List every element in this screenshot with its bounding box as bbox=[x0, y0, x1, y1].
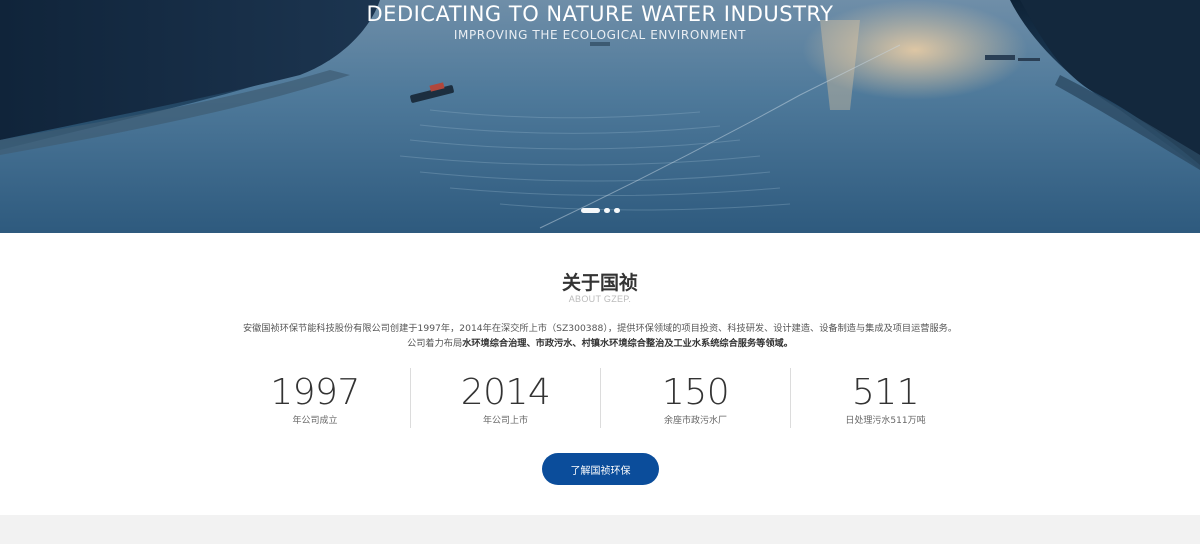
carousel-dot-3[interactable] bbox=[614, 207, 620, 213]
stat-number: 150 bbox=[661, 372, 730, 413]
stat-number: 1997 bbox=[270, 372, 360, 413]
about-title: 关于国祯 bbox=[561, 272, 638, 294]
stat-item: 1997 年公司成立 bbox=[220, 368, 410, 428]
about-desc-line-1: 安徽国祯环保节能科技股份有限公司创建于1997年，2014年在深交所上市（SZ3… bbox=[242, 323, 958, 334]
stat-item: 511 日处理污水511万吨 bbox=[790, 368, 980, 428]
next-section-band bbox=[0, 515, 1200, 544]
about-desc-line-2-prefix: 公司着力布局 bbox=[407, 338, 463, 349]
stat-label: 年公司成立 bbox=[292, 416, 338, 426]
about-desc-line-2-bold: 水环境综合治理、市政污水、村镇水环境综合整治及工业水系统综合服务等领域。 bbox=[462, 338, 793, 349]
hero-subtitle: IMPROVING THE ECOLOGICAL ENVIRONMENT bbox=[453, 28, 747, 42]
learn-more-button[interactable]: 了解国祯环保 bbox=[542, 453, 659, 485]
stat-number: 511 bbox=[851, 372, 920, 413]
stat-number: 2014 bbox=[460, 372, 551, 413]
about-description: 安徽国祯环保节能科技股份有限公司创建于1997年，2014年在深交所上市（SZ3… bbox=[200, 321, 1000, 351]
hero-title: DEDICATING TO NATURE WATER INDUSTRY bbox=[366, 2, 834, 26]
about-desc-line-2: 公司着力布局水环境综合治理、市政污水、村镇水环境综合整治及工业水系统综合服务等领… bbox=[200, 336, 1000, 351]
stats-row: 1997 年公司成立 2014 年公司上市 150 余座市政污水厂 511 日处… bbox=[220, 368, 980, 428]
stat-label: 年公司上市 bbox=[482, 416, 528, 426]
stat-item: 150 余座市政污水厂 bbox=[600, 368, 790, 428]
carousel-dots bbox=[581, 207, 620, 213]
carousel-dot-1[interactable] bbox=[581, 207, 600, 213]
carousel-dot-2[interactable] bbox=[604, 207, 610, 213]
hero-banner: DEDICATING TO NATURE WATER INDUSTRY IMPR… bbox=[0, 0, 1200, 233]
stat-label: 日处理污水511万吨 bbox=[845, 416, 926, 426]
stat-item: 2014 年公司上市 bbox=[410, 368, 600, 428]
about-subtitle: ABOUT GZEP. bbox=[568, 294, 632, 304]
stat-label: 余座市政污水厂 bbox=[663, 416, 727, 426]
